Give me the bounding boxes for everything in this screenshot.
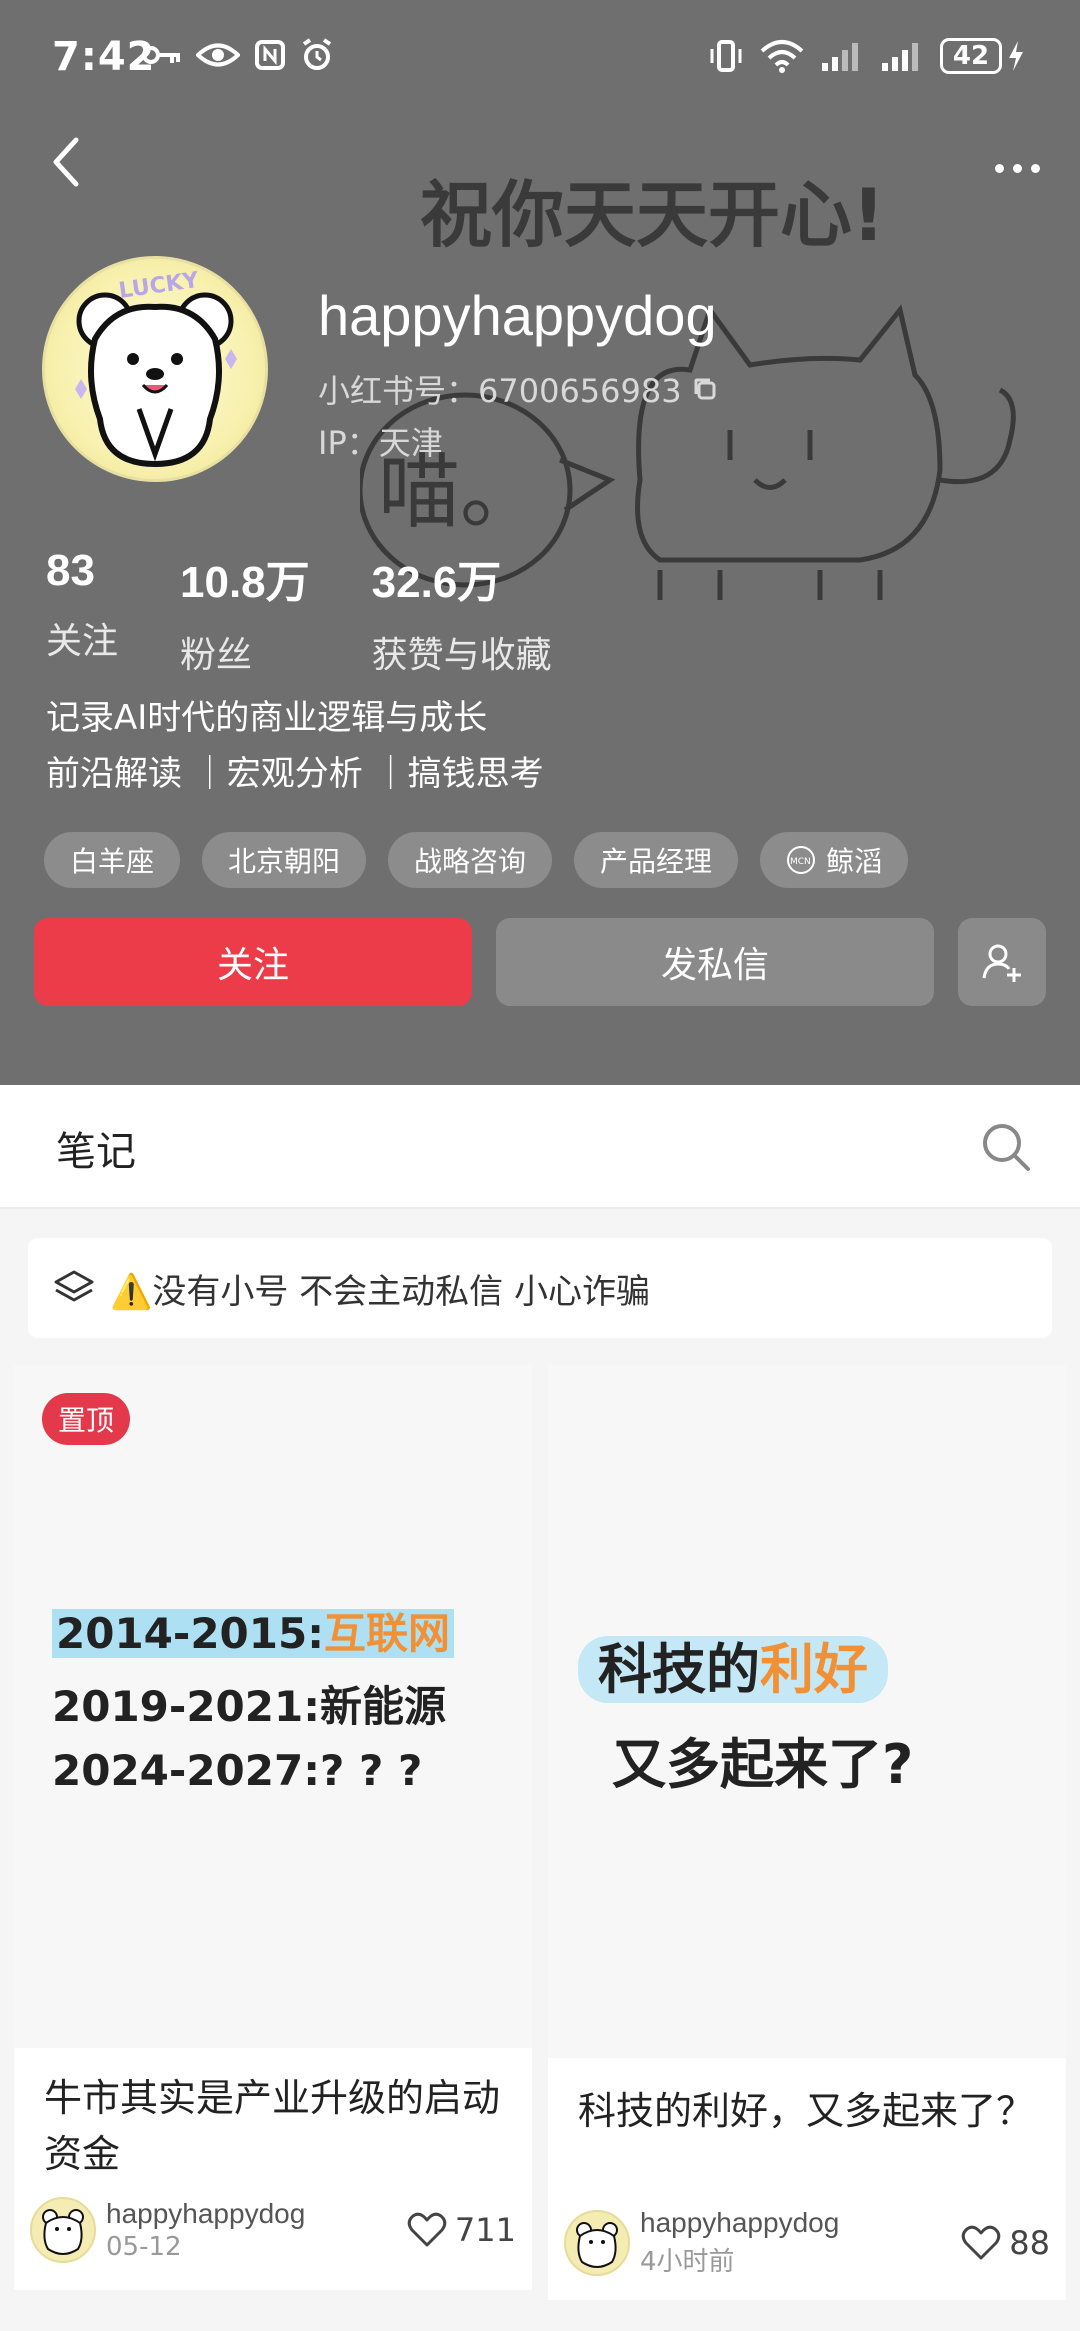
vibrate-icon xyxy=(710,40,742,72)
wifi-icon xyxy=(760,40,804,73)
heart-icon xyxy=(407,2212,447,2247)
stat-following[interactable]: 83 关注 xyxy=(46,546,118,678)
ip-location: IP：天津 xyxy=(318,424,443,462)
cover-text-line: 2024-2027:? ? ? xyxy=(52,1746,423,1795)
stat-value: 83 xyxy=(46,546,95,595)
cover-text: 科技的利好 又多起来了? xyxy=(578,1625,913,1799)
tag-industry[interactable]: 战略咨询 xyxy=(388,832,553,888)
note-card[interactable]: 科技的利好 又多起来了? 科技的利好，又多起来了？ happyhappydog … xyxy=(548,1365,1066,2300)
tag-mcn-label: 鲸滔 xyxy=(826,845,883,878)
redbook-id[interactable]: 小红书号：6700656983 xyxy=(318,366,718,412)
back-button[interactable] xyxy=(42,132,92,192)
stat-label: 获赞与收藏 xyxy=(371,635,552,676)
battery-indicator: 42 xyxy=(940,38,1026,74)
stat-value: 10.8万 xyxy=(180,558,310,607)
heart-icon xyxy=(962,2225,1001,2259)
author-info: happyhappydog 05-12 xyxy=(106,2198,305,2262)
status-bar: 7:42 42 xyxy=(0,0,1080,120)
profile-stats: 83 关注 10.8万 粉丝 32.6万 获赞与收藏 xyxy=(46,546,614,678)
chevron-left-icon xyxy=(53,137,79,187)
stat-fans[interactable]: 10.8万 粉丝 xyxy=(180,546,310,678)
content-tab-bar: 笔记 xyxy=(0,1085,1080,1209)
status-right-icons: 42 xyxy=(708,38,1026,74)
author-info: happyhappydog 4小时前 xyxy=(640,2207,839,2278)
cover-text-line: 又多起来了? xyxy=(612,1733,914,1796)
post-date: 4小时前 xyxy=(640,2247,735,2277)
bear-avatar-image xyxy=(42,2209,84,2255)
like-count: 88 xyxy=(1009,2223,1050,2262)
post-date: 05-12 xyxy=(106,2232,182,2262)
author-name: happyhappydog xyxy=(640,2207,840,2238)
cover-text-highlight: 利好 xyxy=(760,1638,868,1701)
profile-bio: 记录AI时代的商业逻辑与成长 前沿解读 ｜宏观分析 ｜搞钱思考 xyxy=(46,690,544,802)
layers-icon xyxy=(54,1270,94,1302)
more-dot-icon xyxy=(1030,163,1040,173)
more-options-button[interactable] xyxy=(982,148,1052,188)
cover-text-line: 2019-2021:新能源 xyxy=(52,1682,447,1731)
redbook-id-text: 小红书号：6700656983 xyxy=(318,372,682,410)
add-friend-button[interactable] xyxy=(958,918,1046,1006)
search-button[interactable] xyxy=(980,1121,1032,1173)
tag-location[interactable]: 北京朝阳 xyxy=(202,832,367,888)
copy-icon[interactable] xyxy=(692,376,718,402)
note-footer: happyhappydog 4小时前 88 xyxy=(564,2207,1050,2278)
note-cover-image: 置顶 2014-2015:互联网 2019-2021:新能源 2024-2027… xyxy=(14,1365,532,2048)
cover-text-highlight: 互联网 xyxy=(324,1609,451,1658)
follow-button[interactable]: 关注 xyxy=(34,918,472,1006)
profile-tags: 白羊座 北京朝阳 战略咨询 产品经理 MCN 鲸滔 xyxy=(44,832,909,888)
status-left-icons xyxy=(142,38,334,72)
key-icon xyxy=(142,46,180,64)
username: happyhappydog xyxy=(318,284,717,347)
battery-level: 42 xyxy=(940,38,1002,74)
cover-text-segment: 科技的 xyxy=(598,1638,760,1701)
stat-likes-collects[interactable]: 32.6万 获赞与收藏 xyxy=(372,546,552,678)
note-cover-image: 科技的利好 又多起来了? xyxy=(548,1365,1066,2058)
more-dot-icon xyxy=(1012,163,1022,173)
mcn-icon: MCN xyxy=(787,846,816,874)
cover-text-line: 科技的利好 xyxy=(578,1636,888,1703)
like-button[interactable]: 88 xyxy=(961,2224,1050,2262)
bio-line: 记录AI时代的商业逻辑与成长 xyxy=(46,698,488,738)
svg-text:MCN: MCN xyxy=(790,857,811,867)
background-art-text: 祝你天天开心! xyxy=(420,173,885,257)
stat-label: 关注 xyxy=(46,621,119,662)
avatar[interactable]: LUCKY xyxy=(42,256,268,482)
stat-value: 32.6万 xyxy=(371,558,502,607)
search-icon xyxy=(983,1124,1030,1171)
note-card[interactable]: 置顶 2014-2015:互联网 2019-2021:新能源 2024-2027… xyxy=(14,1365,532,2290)
pinned-badge: 置顶 xyxy=(42,1393,131,1445)
charging-icon xyxy=(1009,41,1023,71)
bear-avatar-image xyxy=(576,2221,618,2268)
bio-line: 前沿解读 ｜宏观分析 ｜搞钱思考 xyxy=(46,754,544,794)
tab-notes[interactable]: 笔记 xyxy=(56,1119,136,1177)
cover-text: 2014-2015:互联网 2019-2021:新能源 2024-2027:? … xyxy=(52,1600,455,1795)
tag-profession[interactable]: 产品经理 xyxy=(574,832,739,888)
author-name: happyhappydog xyxy=(106,2198,306,2229)
eye-icon xyxy=(196,43,240,67)
author-avatar[interactable] xyxy=(564,2209,630,2276)
cover-text-line: 2014-2015:互联网 xyxy=(52,1609,455,1658)
note-title: 牛市其实是产业升级的启动资金 xyxy=(44,2076,501,2176)
stat-label: 粉丝 xyxy=(180,635,253,676)
signal-icon-2 xyxy=(882,43,918,71)
like-count: 711 xyxy=(454,2211,516,2249)
more-dot-icon xyxy=(994,163,1004,173)
profile-header: 祝你天天开心! 喵。 7:42 42 LUCKY happyhappydog 小… xyxy=(0,0,1080,1085)
send-message-button[interactable]: 发私信 xyxy=(496,918,934,1006)
signal-icon-1 xyxy=(822,43,858,71)
status-time: 7:42 xyxy=(52,34,156,80)
author-avatar[interactable] xyxy=(30,2197,96,2263)
note-footer: happyhappydog 05-12 711 xyxy=(30,2197,516,2263)
like-button[interactable]: 711 xyxy=(407,2211,516,2249)
cover-text-segment: 2014-2015: xyxy=(56,1609,325,1658)
note-title: 科技的利好，又多起来了？ xyxy=(578,2089,1035,2133)
tag-zodiac[interactable]: 白羊座 xyxy=(44,832,181,888)
pinned-notice[interactable]: ⚠️没有小号 不会主动私信 小心诈骗 xyxy=(28,1238,1052,1338)
add-user-icon xyxy=(982,944,1021,982)
alarm-icon xyxy=(302,38,332,70)
nfc-icon xyxy=(255,40,285,70)
tag-mcn[interactable]: MCN 鲸滔 xyxy=(760,832,909,888)
bear-avatar-image: LUCKY xyxy=(75,268,237,468)
notice-text: ⚠️没有小号 不会主动私信 小心诈骗 xyxy=(110,1271,650,1312)
